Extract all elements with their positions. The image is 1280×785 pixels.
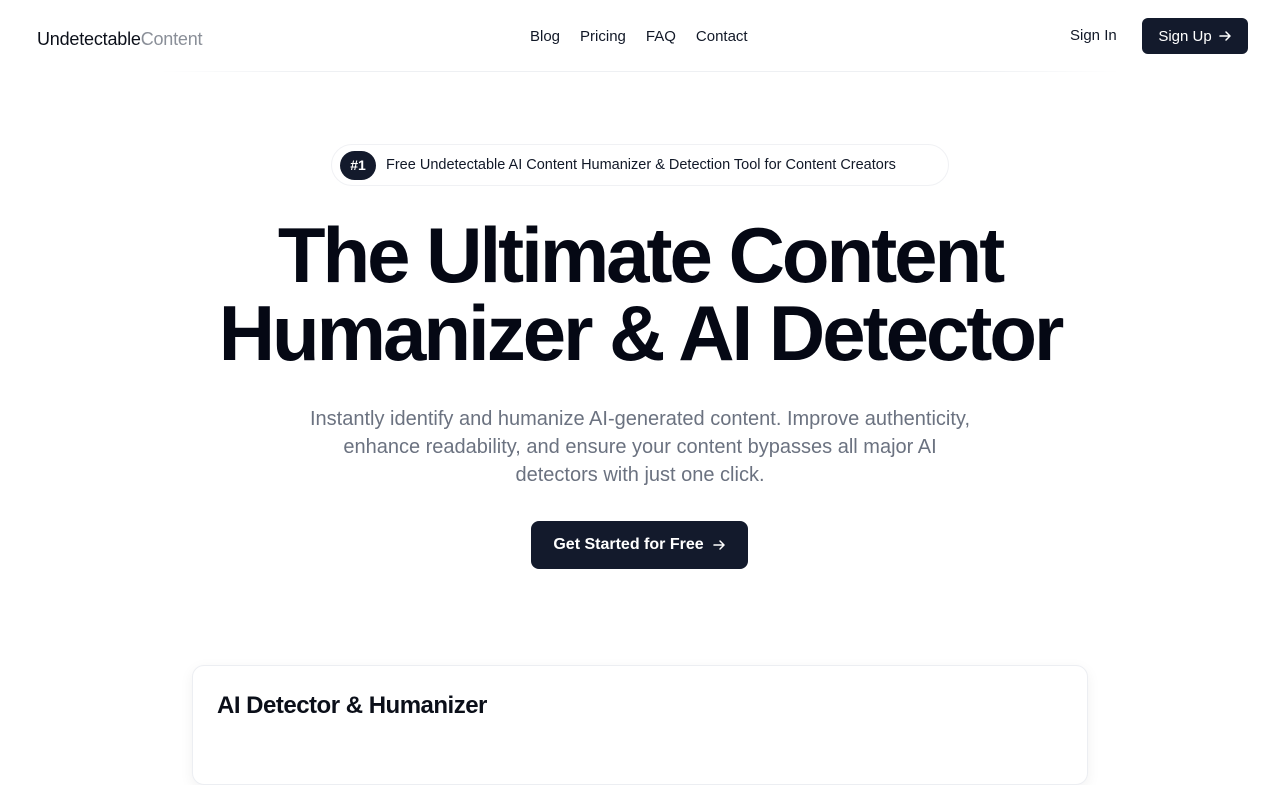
sign-in-link[interactable]: Sign In	[1070, 26, 1117, 46]
card-title: AI Detector & Humanizer	[217, 692, 487, 719]
get-started-button[interactable]: Get Started for Free	[531, 521, 748, 569]
arrow-right-icon	[712, 540, 725, 550]
nav-link-faq[interactable]: FAQ	[646, 27, 676, 47]
hero-title-line-2: Humanizer & AI Detector	[218, 289, 1065, 377]
rank-pill: #1	[340, 150, 376, 180]
site-header: UndetectableContent Blog Pricing FAQ Con…	[0, 0, 1280, 72]
main-nav: Blog Pricing FAQ Contact	[530, 27, 748, 47]
nav-link-contact[interactable]: Contact	[696, 27, 748, 47]
hero-title-line-1: The Ultimate Content	[277, 211, 1005, 299]
announcement-badge: #1 Free Undetectable AI Content Humanize…	[331, 144, 949, 186]
sign-up-button[interactable]: Sign Up	[1142, 18, 1248, 54]
hero-subtitle: Instantly identify and humanize AI-gener…	[309, 408, 971, 486]
nav-link-pricing[interactable]: Pricing	[580, 27, 626, 47]
header-divider	[160, 71, 1120, 72]
nav-link-blog[interactable]: Blog	[530, 27, 560, 47]
logo[interactable]: UndetectableContent	[37, 28, 203, 50]
logo-text-primary: Undetectable	[37, 29, 141, 49]
arrow-right-icon	[1218, 31, 1231, 41]
sign-up-label: Sign Up	[1158, 27, 1212, 45]
badge-text: Free Undetectable AI Content Humanizer &…	[386, 157, 896, 173]
logo-text-secondary: Content	[140, 29, 203, 49]
detector-card: AI Detector & Humanizer	[192, 665, 1088, 785]
hero-title: The Ultimate Content Humanizer & AI Dete…	[0, 216, 1280, 372]
get-started-label: Get Started for Free	[553, 536, 704, 553]
